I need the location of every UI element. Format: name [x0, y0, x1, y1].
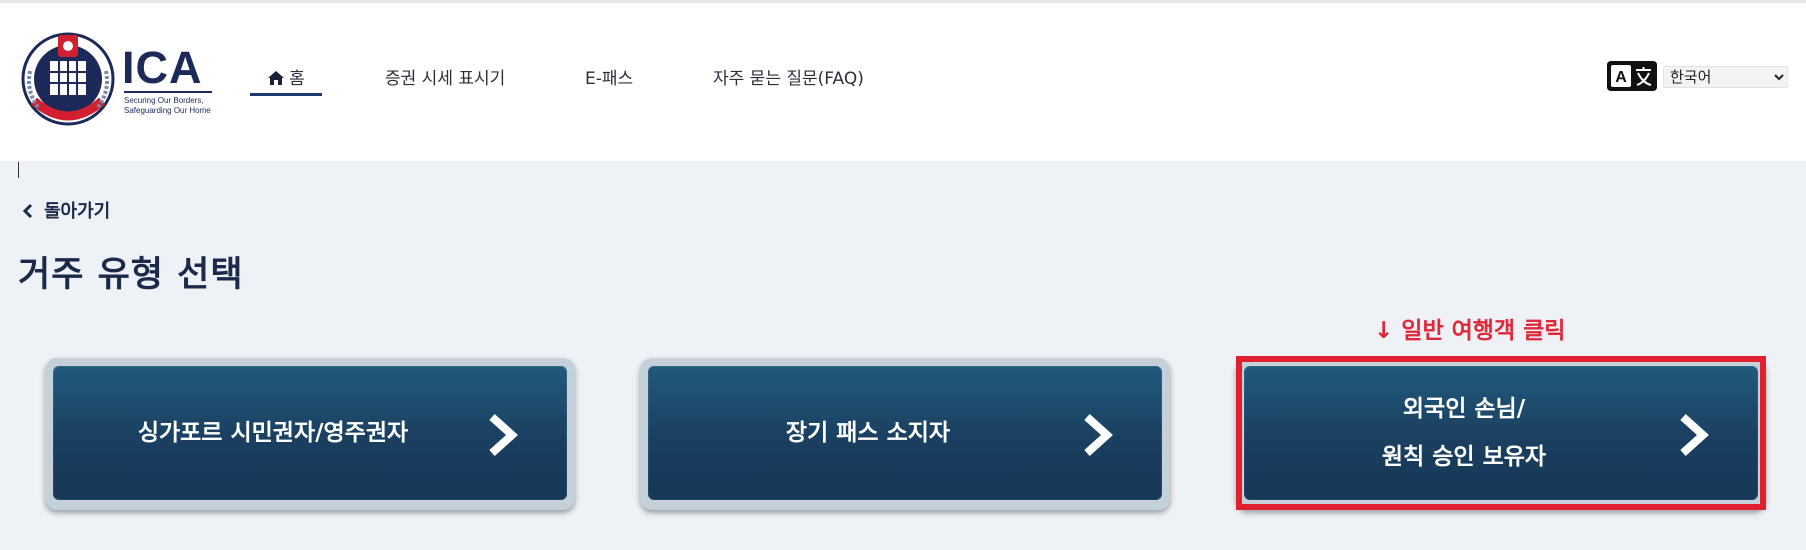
ica-seal-icon	[21, 32, 115, 126]
card-label-line: 장기 패스 소지자	[785, 420, 951, 446]
chevron-left-icon	[22, 203, 33, 219]
back-link[interactable]: 돌아가기	[22, 197, 110, 223]
ica-logo[interactable]: ICA Securing Our Borders, Safeguarding O…	[20, 29, 216, 133]
page-title: 거주 유형 선택	[18, 255, 244, 295]
logo-tagline: Securing Our Borders, Safeguarding Our H…	[124, 96, 224, 116]
card-label: 싱가포르 시민권자/영주권자	[53, 366, 493, 500]
long-term-pass-button[interactable]: 장기 패스 소지자	[648, 366, 1162, 500]
svg-text:A: A	[1615, 69, 1627, 86]
home-icon	[268, 71, 285, 85]
nav-item-ticker[interactable]: 증권 시세 표시기	[385, 65, 505, 93]
language-select[interactable]: 한국어	[1663, 66, 1788, 88]
logo-tagline-line-1: Securing Our Borders,	[124, 96, 204, 105]
text-cursor	[18, 162, 19, 178]
card-frame-citizen: 싱가포르 시민권자/영주권자	[45, 358, 575, 510]
nav-item-label: 홈	[289, 69, 305, 89]
card-frame-long-term-pass: 장기 패스 소지자	[640, 358, 1170, 510]
logo-divider	[124, 91, 212, 93]
site-header: ICA Securing Our Borders, Safeguarding O…	[0, 3, 1806, 161]
nav-item-faq[interactable]: 자주 묻는 질문(FAQ)	[713, 65, 864, 93]
logo-wordmark: ICA	[122, 42, 203, 93]
translate-icon: A	[1607, 61, 1657, 91]
nav-item-home[interactable]: 홈	[250, 65, 322, 96]
citizen-pr-button[interactable]: 싱가포르 시민권자/영주권자	[53, 366, 567, 500]
chevron-right-icon	[489, 414, 518, 456]
card-label: 장기 패스 소지자	[648, 366, 1088, 500]
highlight-box	[1236, 356, 1766, 510]
chevron-right-icon	[1084, 414, 1113, 456]
nav-item-epass[interactable]: E-패스	[585, 65, 633, 93]
annotation-hint: ↓ 일반 여행객 클릭	[1374, 318, 1566, 344]
back-link-label: 돌아가기	[44, 201, 111, 222]
card-label-line: 싱가포르 시민권자/영주권자	[137, 420, 409, 446]
logo-tagline-line-2: Safeguarding Our Home	[124, 106, 211, 115]
